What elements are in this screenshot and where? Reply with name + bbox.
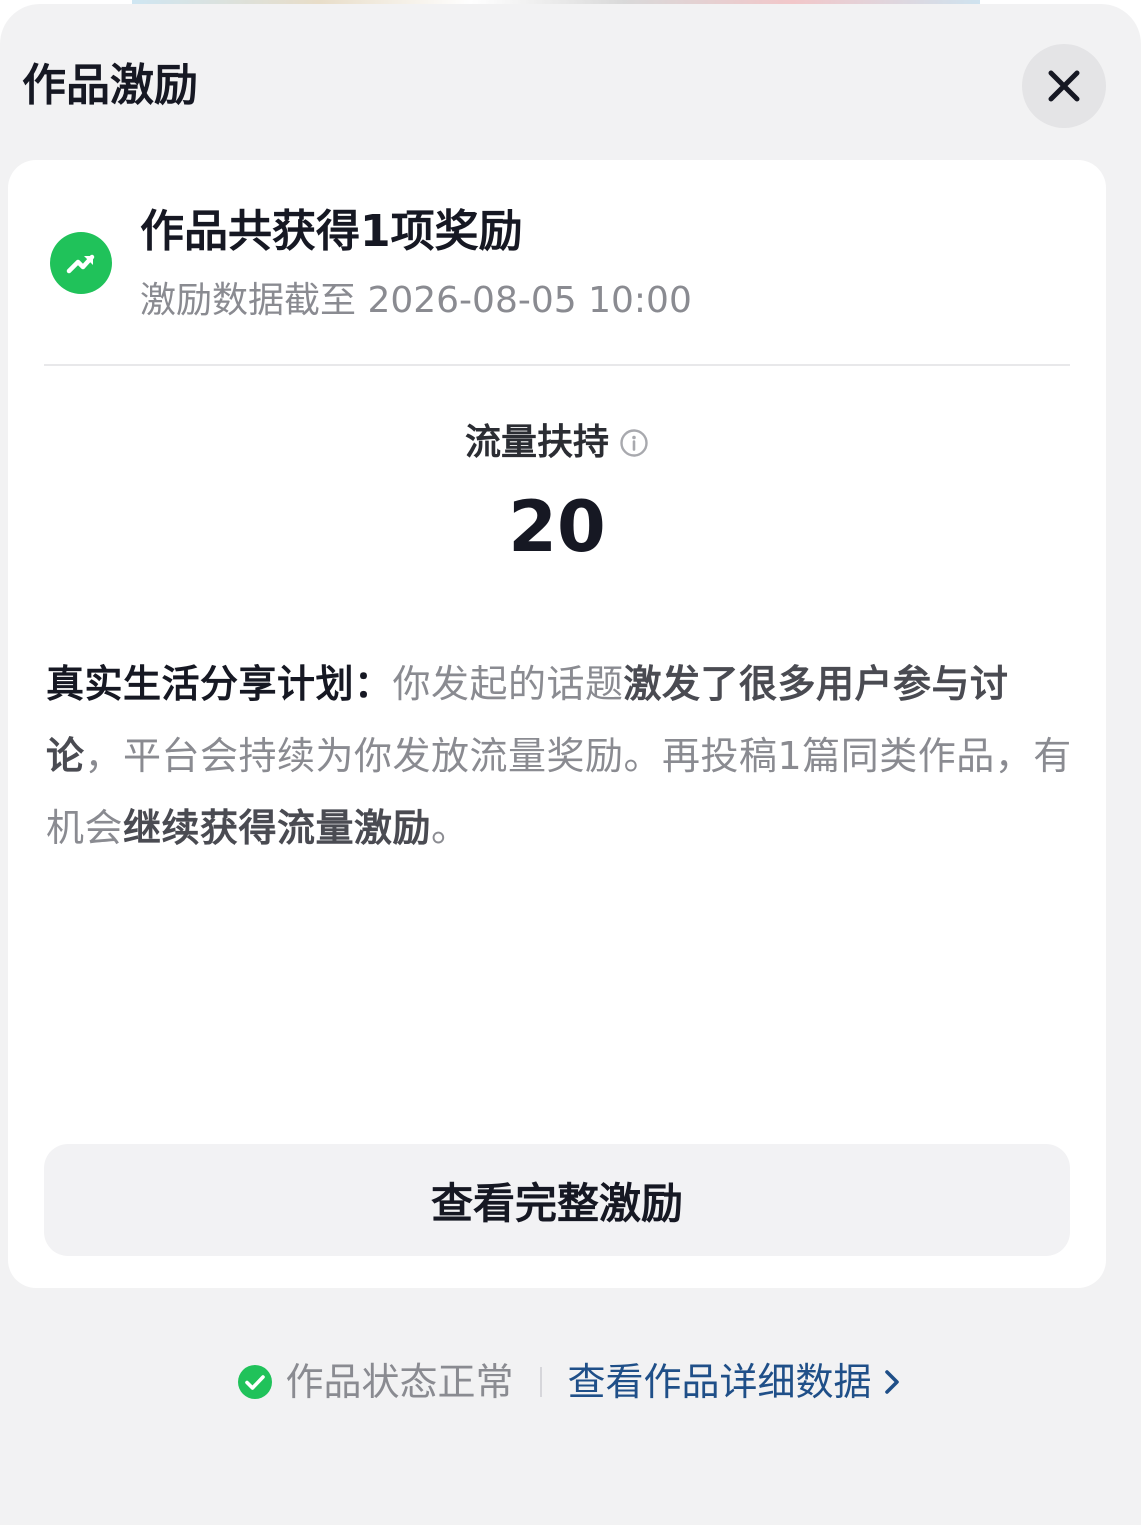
- divider: [44, 364, 1070, 366]
- view-full-incentive-button[interactable]: 查看完整激励: [44, 1144, 1070, 1256]
- info-icon[interactable]: [619, 428, 649, 458]
- metric-header: 流量扶持: [8, 418, 1106, 468]
- metric-label: 流量扶持: [464, 422, 609, 463]
- description-emphasis: 继续获得流量激励: [123, 806, 432, 850]
- status-text: 作品状态正常: [285, 1360, 514, 1404]
- description-text: 。: [431, 806, 470, 850]
- trending-up-icon: [50, 232, 112, 294]
- page: 作品激励 作品共获得1项奖励 激励数据截至 2026-08-05 10:00 流…: [0, 0, 1141, 1525]
- close-button[interactable]: [1022, 44, 1106, 128]
- view-detail-data-link[interactable]: 查看作品详细数据: [568, 1352, 904, 1412]
- incentive-sheet: 作品激励 作品共获得1项奖励 激励数据截至 2026-08-05 10:00 流…: [0, 4, 1141, 1525]
- chevron-right-icon: [882, 1364, 904, 1400]
- close-icon: [1048, 70, 1080, 102]
- description-text: 你发起的话题: [392, 662, 624, 706]
- separator: [539, 1367, 542, 1397]
- check-circle-icon: [237, 1364, 273, 1400]
- incentive-description: 真实生活分享计划：你发起的话题激发了很多用户参与讨论，平台会持续为你发放流量奖励…: [46, 648, 1076, 864]
- incentive-card: 作品共获得1项奖励 激励数据截至 2026-08-05 10:00 流量扶持 2…: [8, 160, 1106, 1288]
- footer: 作品状态正常 查看作品详细数据: [0, 1352, 1141, 1412]
- sheet-title: 作品激励: [22, 60, 198, 111]
- description-lead: 真实生活分享计划：: [46, 662, 393, 706]
- metric-value: 20: [508, 486, 606, 568]
- summary-timestamp: 激励数据截至 2026-08-05 10:00: [140, 280, 692, 321]
- detail-link-label: 查看作品详细数据: [567, 1360, 872, 1404]
- summary-title: 作品共获得1项奖励: [140, 206, 523, 257]
